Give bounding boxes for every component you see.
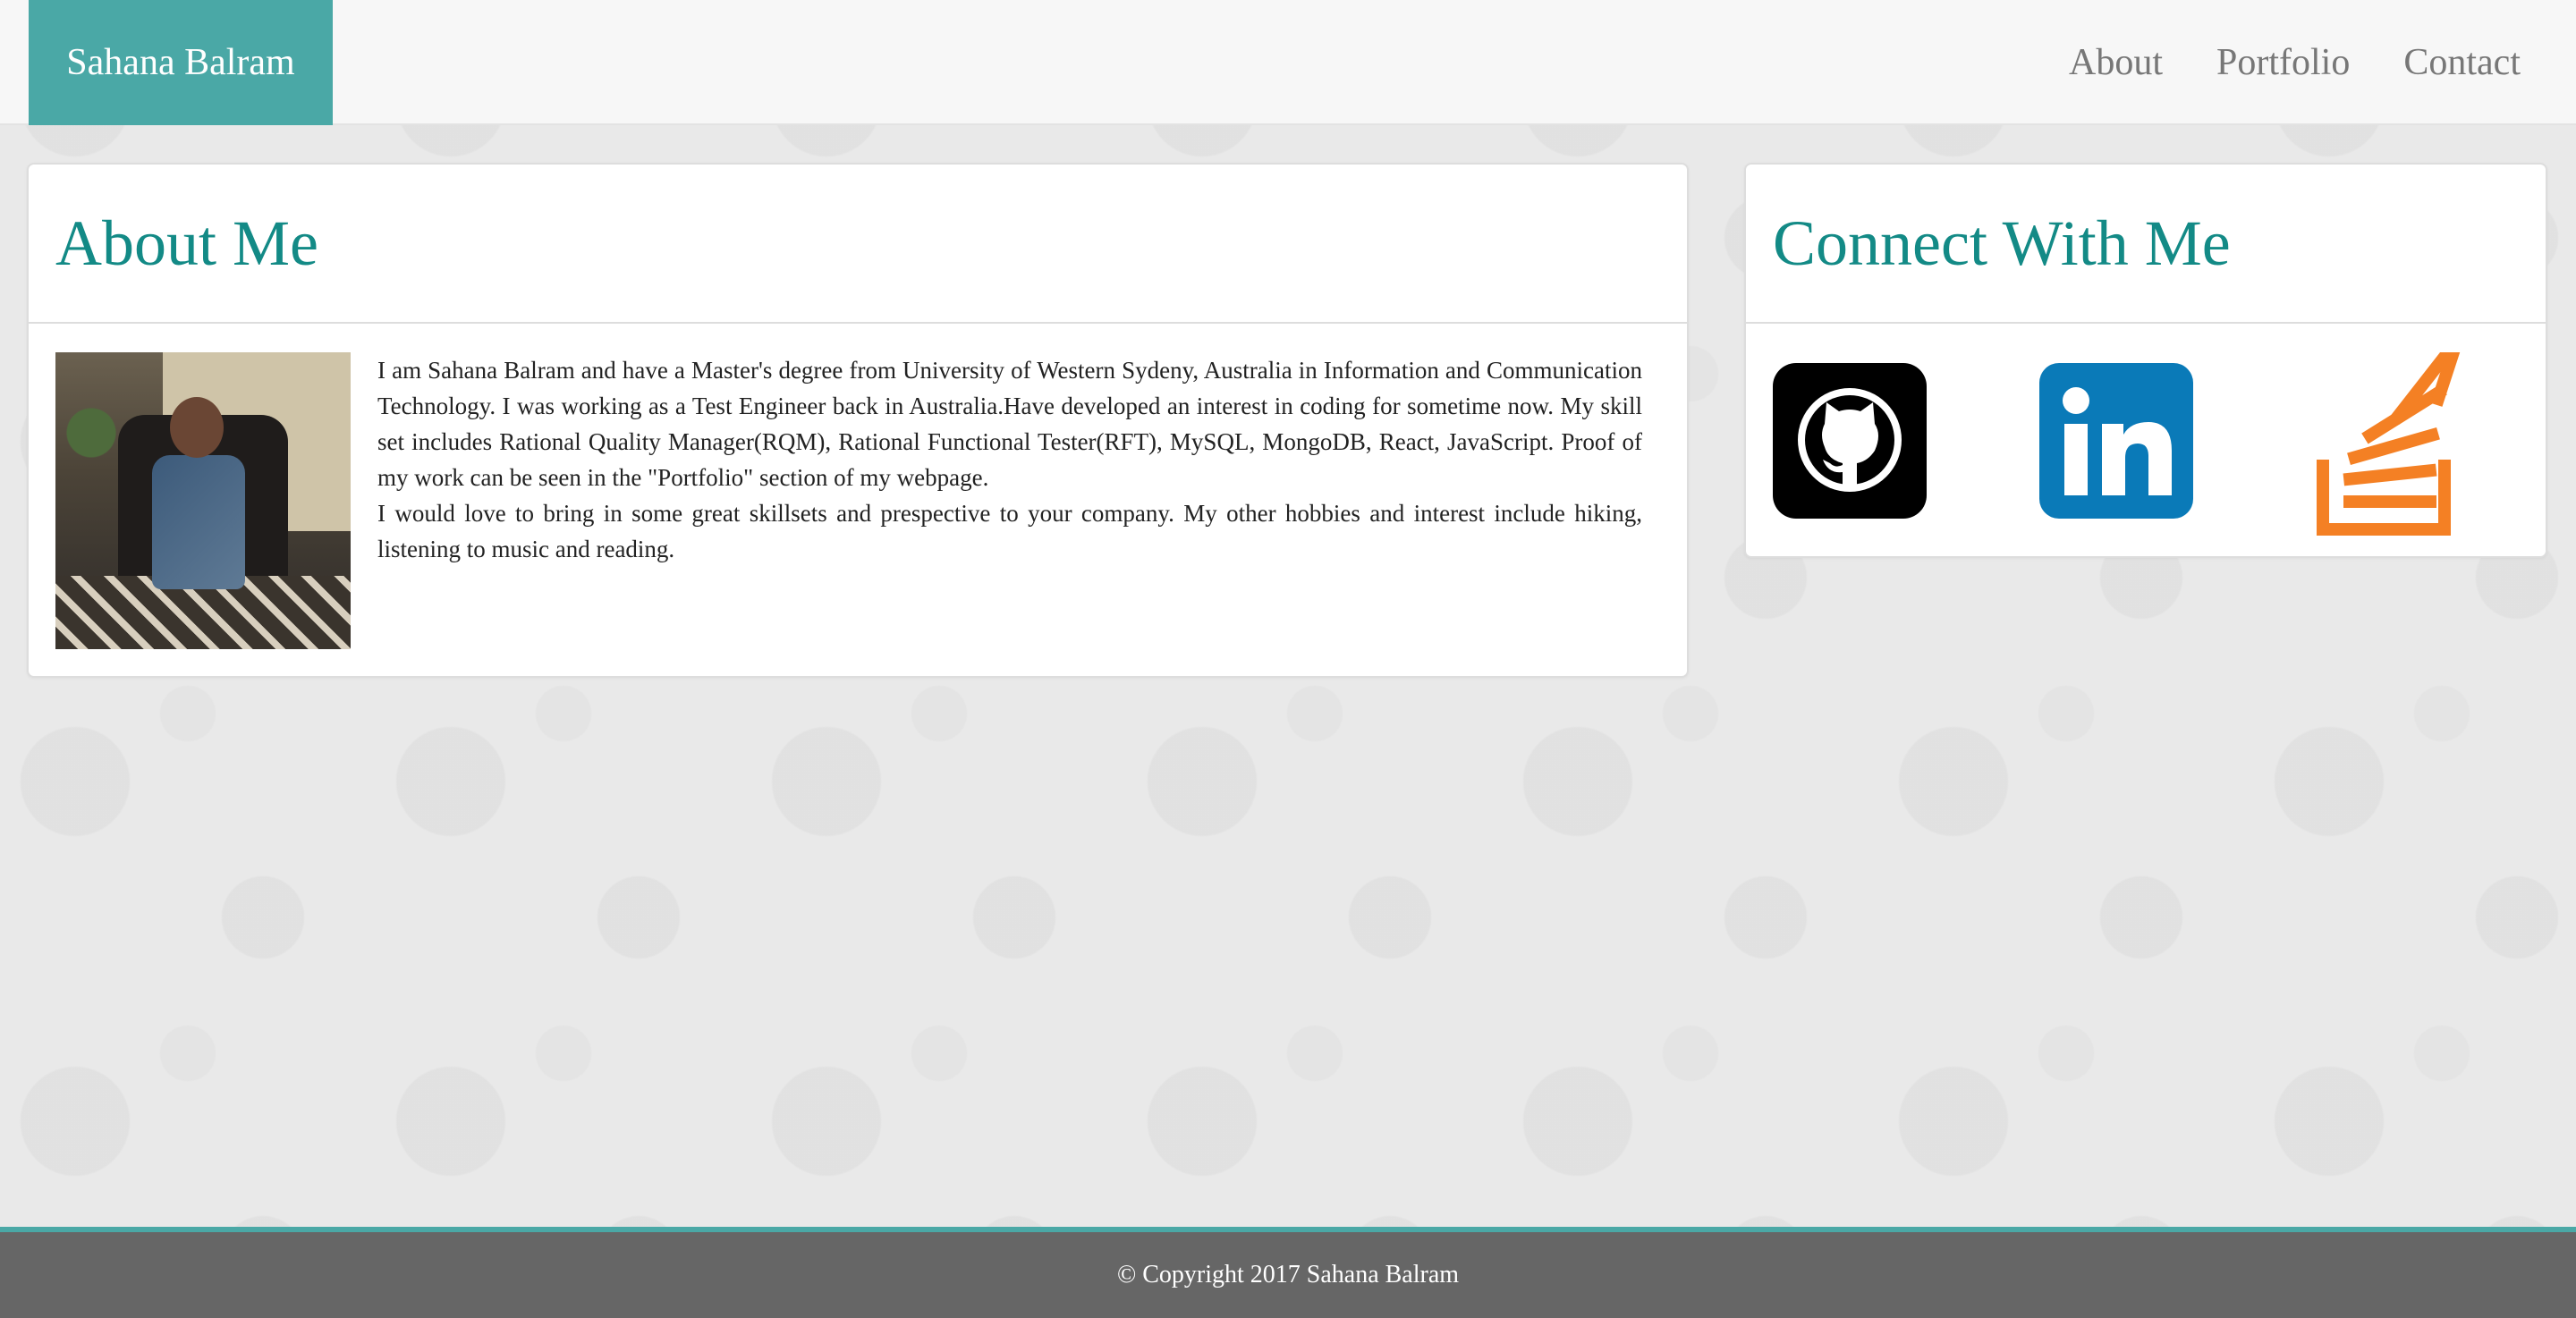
social-links — [1771, 325, 2522, 536]
connect-panel-heading: Connect With Me — [1746, 165, 2546, 324]
connect-title: Connect With Me — [1773, 207, 2231, 279]
copyright-text: © Copyright 2017 Sahana Balram — [1116, 1261, 1460, 1288]
nav-links: About Portfolio Contact — [2069, 0, 2521, 125]
footer: © Copyright 2017 Sahana Balram — [0, 1227, 2576, 1318]
about-panel: About Me I am Sahana Balram and have a M… — [27, 163, 1689, 678]
about-title: About Me — [55, 207, 318, 279]
profile-photo — [55, 352, 351, 649]
about-panel-heading: About Me — [29, 165, 1687, 324]
navbar: Sahana Balram About Portfolio Contact — [0, 0, 2576, 125]
about-text: I am Sahana Balram and have a Master's d… — [377, 352, 1642, 567]
about-paragraph-1: I am Sahana Balram and have a Master's d… — [377, 357, 1642, 491]
brand-link[interactable]: Sahana Balram — [29, 0, 333, 125]
connect-panel: Connect With Me — [1744, 163, 2547, 558]
nav-link-about[interactable]: About — [2069, 41, 2163, 84]
about-paragraph-2: I would love to bring in some great skil… — [377, 500, 1642, 562]
nav-link-portfolio[interactable]: Portfolio — [2216, 41, 2350, 84]
linkedin-icon[interactable] — [2038, 361, 2195, 525]
stackoverflow-icon[interactable] — [2308, 325, 2468, 545]
github-icon[interactable] — [1771, 361, 1928, 525]
nav-link-contact[interactable]: Contact — [2403, 41, 2521, 84]
